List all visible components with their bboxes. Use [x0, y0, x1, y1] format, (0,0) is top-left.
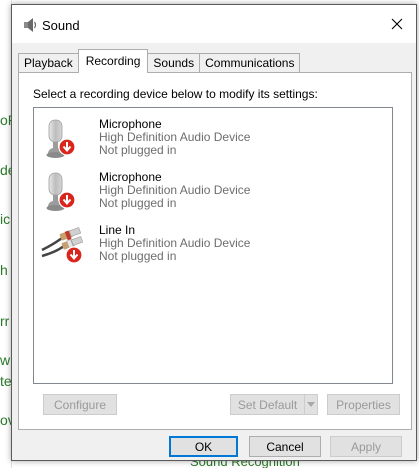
tab-strip: Playback Recording Sounds Communications — [18, 49, 301, 73]
close-button[interactable] — [384, 12, 410, 36]
title-bar[interactable]: Sound — [12, 5, 416, 43]
device-item-microphone-1[interactable]: Microphone High Definition Audio Device … — [40, 116, 380, 166]
unplugged-badge-icon — [65, 246, 83, 264]
device-description: High Definition Audio Device — [99, 130, 251, 144]
device-name: Line In — [99, 223, 136, 237]
unplugged-badge-icon — [58, 138, 76, 156]
device-description: High Definition Audio Device — [99, 236, 251, 250]
speaker-icon — [24, 18, 37, 32]
apply-button[interactable]: Apply — [330, 436, 402, 457]
tab-recording[interactable]: Recording — [77, 49, 149, 73]
set-default-button[interactable]: Set Default — [230, 394, 304, 415]
properties-button[interactable]: Properties — [327, 394, 400, 415]
device-list[interactable]: Microphone High Definition Audio Device … — [33, 107, 393, 384]
configure-button[interactable]: Configure — [43, 394, 117, 415]
device-status: Not plugged in — [99, 249, 177, 263]
recording-panel: Select a recording device below to modif… — [18, 72, 412, 430]
chevron-down-icon — [307, 402, 315, 407]
ok-button[interactable]: OK — [169, 436, 238, 457]
instruction-text: Select a recording device below to modif… — [33, 87, 318, 101]
device-status: Not plugged in — [99, 196, 177, 210]
sound-dialog: Sound Playback Recording Sounds Communic… — [11, 4, 417, 461]
window-title: Sound — [42, 18, 80, 33]
tab-playback[interactable]: Playback — [18, 53, 79, 73]
device-item-microphone-2[interactable]: Microphone High Definition Audio Device … — [40, 169, 380, 219]
device-status: Not plugged in — [99, 143, 177, 157]
device-description: High Definition Audio Device — [99, 183, 251, 197]
tab-sounds[interactable]: Sounds — [147, 53, 201, 73]
unplugged-badge-icon — [58, 191, 76, 209]
device-name: Microphone — [99, 170, 162, 184]
device-item-line-in[interactable]: Line In High Definition Audio Device Not… — [40, 222, 380, 272]
device-name: Microphone — [99, 117, 162, 131]
set-default-dropdown-button[interactable] — [304, 394, 318, 415]
close-icon — [391, 18, 403, 30]
tab-communications[interactable]: Communications — [199, 53, 301, 73]
cancel-button[interactable]: Cancel — [249, 436, 321, 457]
